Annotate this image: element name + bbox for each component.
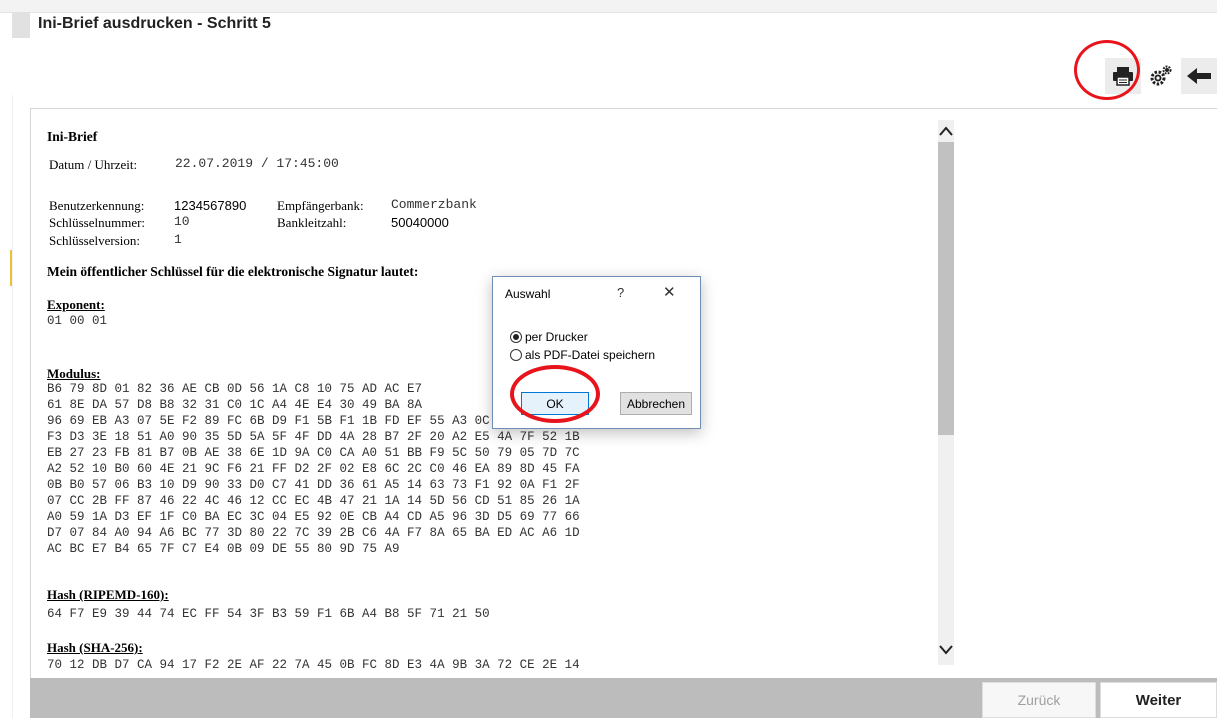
- exponent-label: Exponent:: [47, 297, 105, 312]
- printer-label: per Drucker: [525, 330, 588, 344]
- back-arrow-icon: [1187, 68, 1211, 84]
- scrollbar-thumb[interactable]: [938, 142, 954, 435]
- pdf-label: als PDF-Datei speichern: [525, 348, 656, 362]
- schluesselversion-value: 1: [174, 232, 182, 247]
- sha-value: 70 12 DB D7 CA 94 17 F2 2E AF 22 7A 45 0…: [47, 658, 580, 672]
- modulus-line: AC BC E7 B4 65 7F C7 E4 0B 09 DE 55 80 9…: [47, 542, 400, 556]
- help-icon[interactable]: ?: [617, 285, 624, 300]
- letter-heading: Ini-Brief: [47, 129, 98, 144]
- benutzer-value: 1234567890: [174, 198, 247, 213]
- back-button[interactable]: [1181, 58, 1217, 94]
- blz-value: 50040000: [391, 215, 449, 230]
- cancel-button[interactable]: Abbrechen: [620, 392, 692, 415]
- modulus-line: 0B B0 57 06 B3 10 D9 90 33 D0 C7 41 DD 3…: [47, 478, 580, 492]
- benutzer-label: Benutzerkennung:: [49, 198, 145, 213]
- option-printer[interactable]: per Drucker: [510, 330, 588, 344]
- schluesselversion-label: Schlüsselversion:: [49, 233, 140, 248]
- sha-label: Hash (SHA-256):: [47, 640, 143, 655]
- signature-intro: Mein öffentlicher Schlüssel für die elek…: [47, 264, 419, 279]
- settings-icon: [1150, 65, 1172, 86]
- modulus-line: EB 27 23 FB 81 B7 0B AE 38 6E 1D 9A C0 C…: [47, 446, 580, 460]
- header-edge: [12, 12, 30, 38]
- scroll-down-button[interactable]: [938, 640, 954, 660]
- next-button[interactable]: Weiter: [1100, 682, 1217, 718]
- blz-label: Bankleitzahl:: [277, 215, 347, 230]
- print-button[interactable]: [1105, 58, 1141, 94]
- option-pdf[interactable]: als PDF-Datei speichern: [510, 348, 655, 362]
- ripemd-label: Hash (RIPEMD-160):: [47, 587, 169, 602]
- header-strip: [0, 0, 1217, 13]
- pdf-radio[interactable]: [510, 349, 522, 361]
- dialog-title: Auswahl: [505, 287, 551, 301]
- back-footer-button[interactable]: Zurück: [982, 682, 1096, 718]
- modulus-line: A0 59 1A D3 EF 1F C0 BA EC 3C 04 E5 92 0…: [47, 510, 580, 524]
- print-icon: [1113, 67, 1133, 86]
- modulus-line: A2 52 10 B0 60 4E 21 9C F6 21 FF D2 2F 0…: [47, 462, 580, 476]
- datum-label: Datum / Uhrzeit:: [49, 157, 138, 172]
- ok-button[interactable]: OK: [521, 392, 589, 415]
- close-icon[interactable]: ✕: [663, 283, 676, 301]
- empfaenger-value: Commerzbank: [391, 197, 477, 212]
- settings-button[interactable]: [1143, 58, 1179, 94]
- datum-value: 22.07.2019 / 17:45:00: [175, 156, 339, 171]
- modulus-line: 07 CC 2B FF 87 46 22 4C 46 12 CC EC 4B 4…: [47, 494, 580, 508]
- empfaenger-label: Empfängerbank:: [277, 198, 364, 213]
- modulus-line: D7 07 84 A0 94 A6 BC 77 3D 80 22 7C 39 2…: [47, 526, 580, 540]
- scroll-up-button[interactable]: [938, 122, 954, 140]
- left-marker: [10, 250, 12, 286]
- modulus-line: F3 D3 3E 18 51 A0 90 35 5D 5A 5F 4F DD 4…: [47, 430, 580, 444]
- toolbar: [1103, 58, 1217, 94]
- page-title: Ini-Brief ausdrucken - Schritt 5: [38, 15, 271, 32]
- schluesselnummer-label: Schlüsselnummer:: [49, 215, 146, 230]
- selection-dialog: Auswahl ? ✕ per Drucker als PDF-Datei sp…: [492, 276, 701, 429]
- left-bar: [0, 95, 13, 718]
- modulus-label: Modulus:: [47, 366, 101, 381]
- exponent-value: 01 00 01: [47, 314, 108, 328]
- printer-radio[interactable]: [510, 331, 522, 343]
- ripemd-value: 64 F7 E9 39 44 74 EC FF 54 3F B3 59 F1 6…: [47, 607, 490, 621]
- scroll-up-icon: [939, 126, 953, 136]
- schluesselnummer-value: 10: [174, 214, 190, 229]
- scroll-down-icon: [939, 645, 953, 655]
